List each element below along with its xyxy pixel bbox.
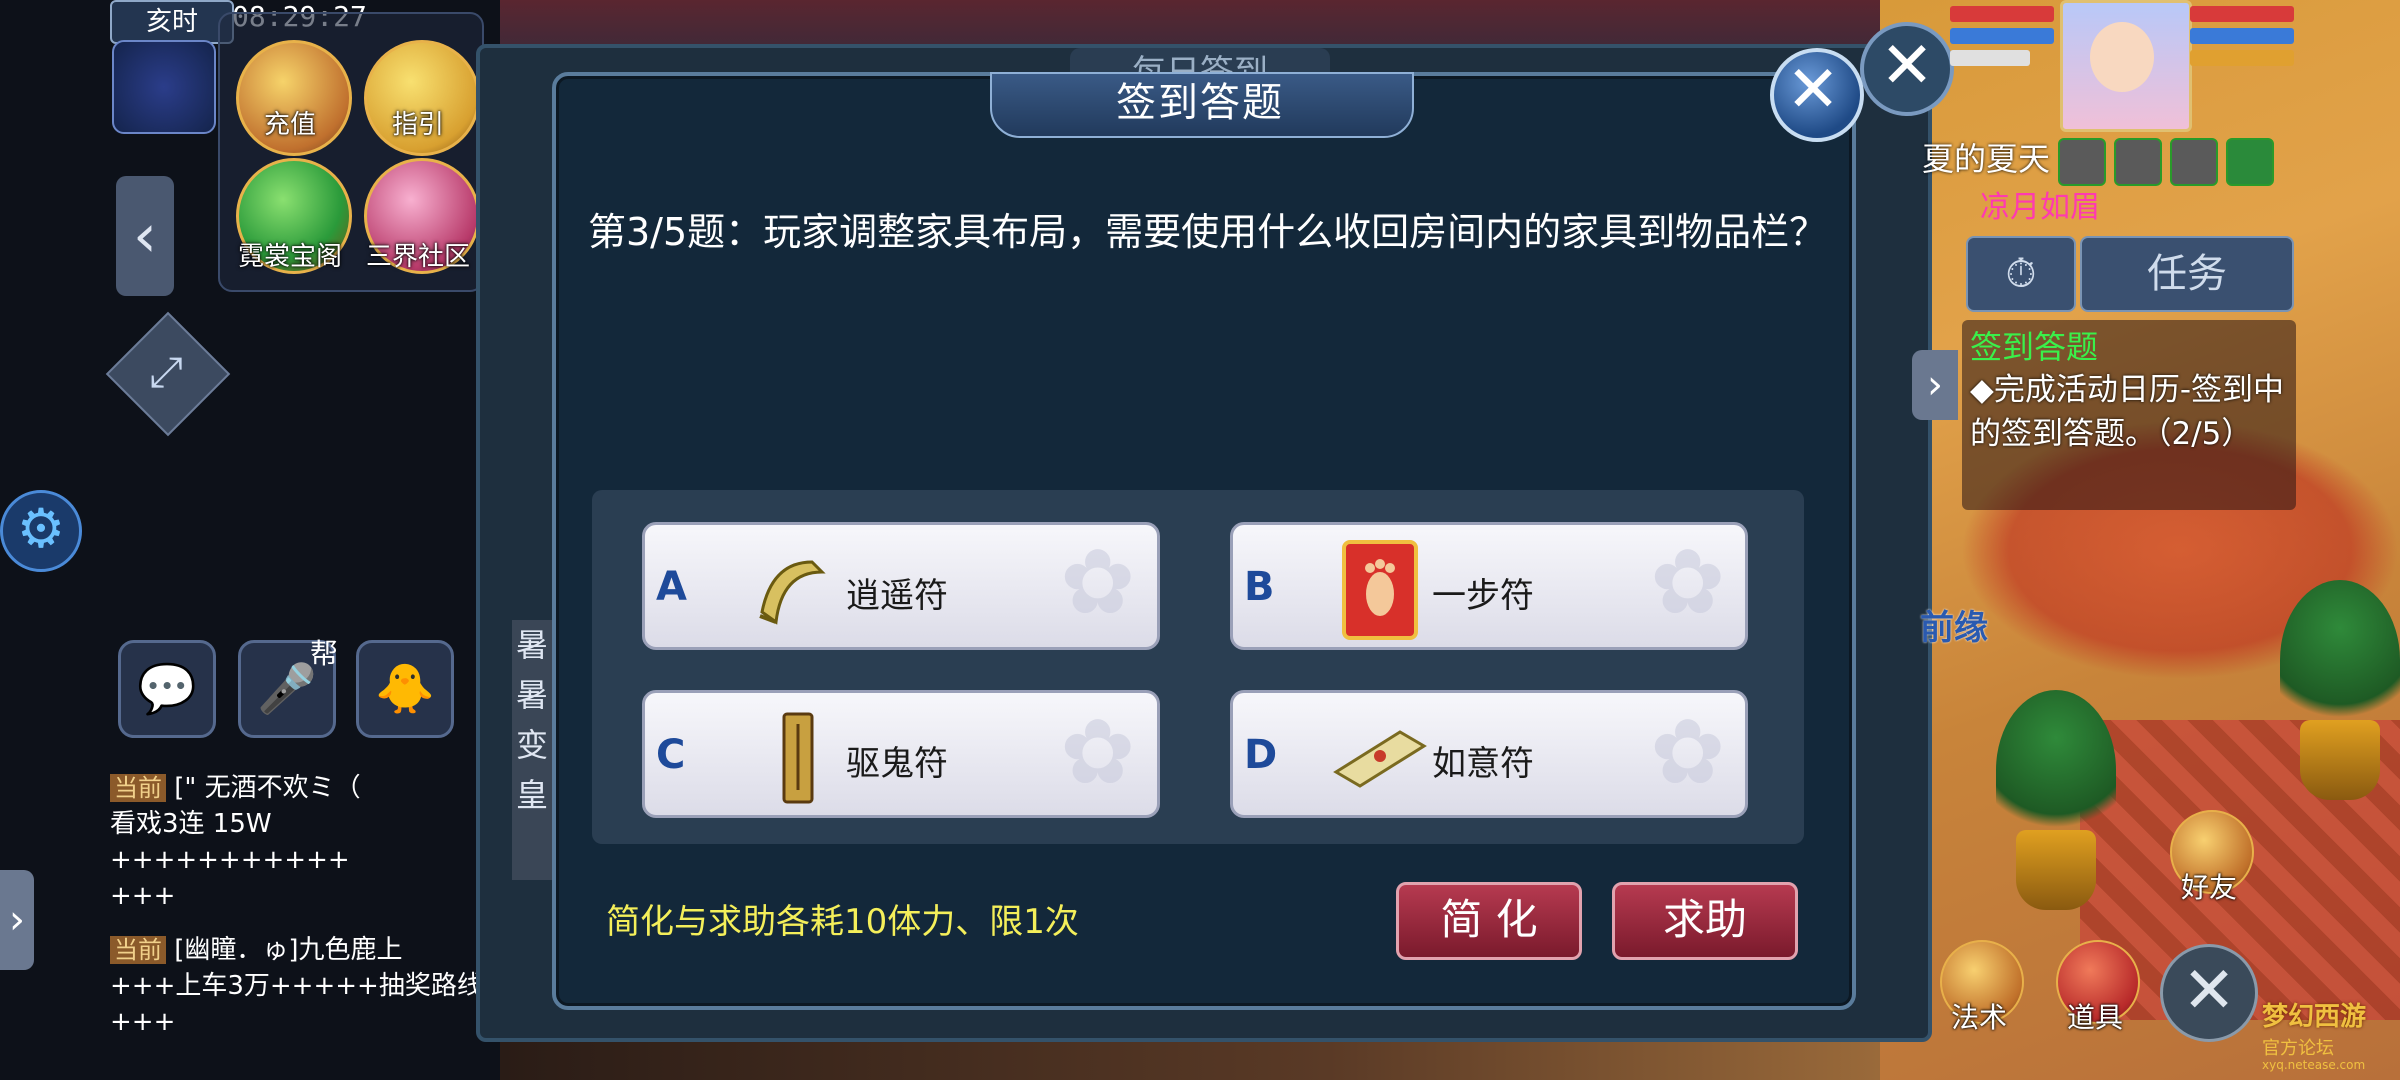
status-buff-icon[interactable]	[2114, 138, 2162, 186]
expand-chat-tab[interactable]: ›	[0, 870, 34, 970]
community-label: 三界社区	[365, 242, 470, 272]
potted-plant	[2280, 580, 2400, 740]
orchid-decoration: ✿	[1060, 700, 1136, 805]
watermark-subtitle: 官方论坛	[2262, 1038, 2334, 1059]
footprint-card-icon	[1342, 540, 1418, 640]
friends-label: 好友	[2180, 871, 2237, 904]
plant-pot	[2300, 720, 2380, 800]
back-side-list: 暑 暑 变 皇	[512, 620, 552, 880]
exp-bar	[1950, 50, 2030, 66]
chat-log[interactable]: 当前 [" 无酒不欢ミ（ 看戏3连 15W +++++++++++ +++ 当前…	[110, 770, 490, 1040]
cost-hint-text: 简化与求助各耗10体力、限1次	[606, 902, 1079, 942]
guide-label: 指引	[391, 110, 444, 140]
task-description: ◆完成活动日历-签到中的签到答题。（2/5）	[1970, 372, 2285, 452]
recharge-label: 充值	[263, 110, 316, 140]
watermark-url: xyq.netease.com	[2262, 1058, 2366, 1072]
potted-plant	[1996, 690, 2116, 850]
pet-exp-bar	[2190, 50, 2294, 66]
collapse-panel-tab[interactable]: ‹	[116, 176, 174, 296]
status-buff-icon[interactable]	[2170, 138, 2218, 186]
chat-line: 当前 [" 无酒不欢ミ（	[110, 770, 490, 806]
items-label: 道具	[2066, 1001, 2123, 1034]
simplify-label: 简 化	[1440, 895, 1538, 944]
pet-hp-bar	[2190, 6, 2294, 22]
scroll-icon	[759, 560, 826, 625]
pet-emote-button[interactable]: 🐥	[356, 640, 454, 738]
expand-arrows-icon: ⤢	[149, 347, 183, 396]
time-period-label: 亥时	[110, 0, 234, 44]
plant-pot	[2016, 830, 2096, 910]
back-side-item: 变	[515, 726, 548, 764]
magic-label: 法术	[1950, 1001, 2007, 1034]
pet-mp-bar	[2190, 28, 2294, 44]
open-scroll-icon	[1333, 730, 1427, 788]
avatar-face	[2090, 22, 2154, 92]
timer-icon[interactable]: ⏱	[1966, 236, 2076, 312]
collapse-tasks-tab[interactable]: ›	[1912, 350, 1958, 420]
settings-gear-icon[interactable]: ⚙	[0, 490, 82, 572]
partner-name: 凉月如眉	[1980, 190, 2100, 225]
chat-text: [" 无酒不欢ミ（	[174, 773, 361, 803]
back-side-item: 皇	[515, 776, 548, 814]
chat-line-cont: 看戏3连 15W +++++++++++	[110, 809, 350, 875]
question-text: 第3/5题：玩家调整家具布局，需要使用什么收回房间内的家具到物品栏？	[588, 210, 1828, 254]
chat-line-cont: +++	[110, 1007, 176, 1037]
chat-bubble-button[interactable]: 💬	[118, 640, 216, 738]
option-label: 一步符	[1432, 576, 1534, 616]
option-letter: B	[1244, 564, 1275, 610]
game-logo-watermark: 梦幻西游	[2262, 1002, 2367, 1032]
minimap-button[interactable]	[112, 40, 216, 134]
chat-line-cont: +++上车3万+++++抽奖路线	[110, 971, 483, 1001]
chat-channel-tag: 当前	[110, 774, 166, 802]
talisman-icon	[782, 712, 814, 804]
chat-channel-tag: 当前	[110, 936, 166, 964]
hp-bar	[1950, 6, 2054, 22]
task-title: 签到答题	[1970, 328, 2099, 366]
orchid-decoration: ✿	[1060, 530, 1136, 635]
costume-shop-label: 霓裳宝阁	[237, 242, 342, 272]
help-badge: 帮	[310, 637, 339, 670]
status-buff-icon[interactable]	[2226, 138, 2274, 186]
option-letter: A	[656, 564, 687, 610]
chat-line-cont: +++	[110, 881, 176, 911]
option-letter: C	[656, 732, 686, 778]
option-label: 逍遥符	[846, 576, 948, 616]
close-icon: ✕	[1786, 53, 1840, 127]
chat-text: [幽瞳．ゅ]九色鹿上	[174, 935, 403, 965]
dialog-title: 签到答题	[1116, 80, 1284, 126]
help-label: 求助	[1662, 895, 1747, 944]
status-buff-icon[interactable]	[2058, 138, 2106, 186]
back-side-item: 暑	[515, 626, 548, 664]
fate-sign-text: 前缘	[1920, 608, 1988, 648]
option-label: 如意符	[1432, 744, 1534, 784]
back-panel-close-button[interactable]: ✕	[1860, 22, 1954, 116]
orchid-decoration: ✿	[1650, 700, 1726, 805]
option-letter: D	[1244, 732, 1278, 778]
orchid-decoration: ✿	[1650, 530, 1726, 635]
back-side-item: 暑	[515, 676, 548, 714]
task-button[interactable]: 任务	[2080, 236, 2294, 312]
option-label: 驱鬼符	[846, 744, 948, 784]
mp-bar	[1950, 28, 2054, 44]
player-name: 夏的夏天	[1922, 140, 2051, 178]
chat-line: 当前 [幽瞳．ゅ]九色鹿上	[110, 932, 490, 968]
close-menu-button[interactable]: ✕	[2160, 944, 2258, 1042]
